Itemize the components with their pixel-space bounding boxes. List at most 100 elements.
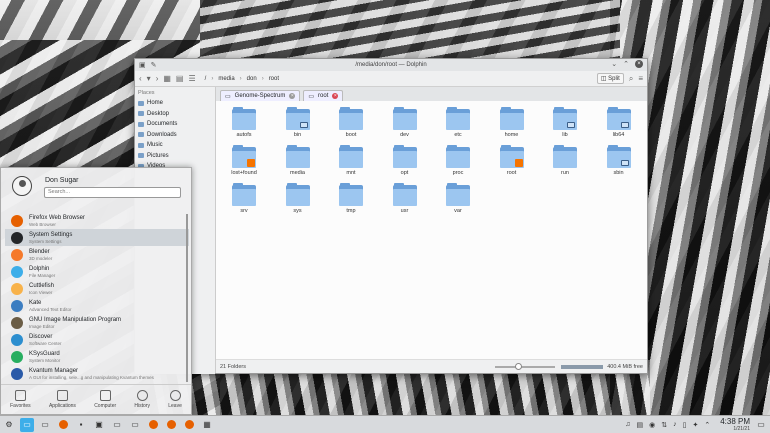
folder-item[interactable]: autofs [224, 107, 264, 138]
close-tab-icon[interactable]: × [289, 93, 296, 99]
app-icon [11, 282, 23, 295]
app-item[interactable]: Firefox Web Browser Web Browser [5, 212, 189, 229]
details-view-icon[interactable]: ☰ [188, 74, 195, 83]
tab-applications[interactable]: Applications [49, 390, 76, 409]
task-folder-icon[interactable]: ▭ [128, 418, 142, 432]
split-button[interactable]: ◫ Split [596, 73, 624, 84]
app-item[interactable]: GNU Image Manipulation Program Image Edit… [5, 314, 189, 331]
close-icon[interactable]: × [635, 60, 643, 68]
hamburger-menu-icon[interactable]: ≡ [638, 74, 643, 83]
folder-item[interactable]: media [278, 145, 318, 176]
place-downloads[interactable]: Downloads [138, 130, 212, 141]
files-icon[interactable]: ▭ [38, 418, 52, 432]
folder-item[interactable]: etc [438, 107, 478, 138]
task-firefox-icon[interactable] [146, 418, 160, 432]
breadcrumb-media[interactable]: media [218, 76, 234, 82]
notifications-icon[interactable]: ♫ [625, 421, 630, 428]
compact-view-icon[interactable]: ▤ [176, 74, 184, 83]
folder-item[interactable]: usr [385, 183, 425, 214]
app-name: Firefox Web Browser [29, 214, 85, 221]
folder-item[interactable]: var [438, 183, 478, 214]
folder-item[interactable]: sys [278, 183, 318, 214]
history-dropdown-icon[interactable]: ▾ [147, 74, 151, 83]
folder-item[interactable]: root [492, 145, 532, 176]
folder-icon [285, 145, 310, 168]
terminal-icon[interactable]: ▪ [74, 418, 88, 432]
folder-item[interactable]: proc [438, 145, 478, 176]
app-item[interactable]: Cuttlefish Icon Viewer [5, 280, 189, 297]
window-titlebar[interactable]: ▣ ✎ /media/don/root — Dolphin ⌄ ⌃ × [135, 59, 647, 71]
clock[interactable]: 4:38 PM 1/21/21 [720, 417, 750, 432]
zoom-slider[interactable] [495, 362, 556, 370]
search-input[interactable]: Search... [44, 187, 181, 198]
app-item[interactable]: Blender 3D modeler [5, 246, 189, 263]
avatar[interactable] [12, 176, 32, 196]
folder-item[interactable]: boot [331, 107, 371, 138]
app-item[interactable]: Kate Advanced Text Editor [5, 297, 189, 314]
scrollbar[interactable] [186, 214, 188, 382]
folder-item[interactable]: lib64 [599, 107, 639, 138]
pin-icon[interactable]: ✎ [151, 61, 157, 69]
breadcrumb-don[interactable]: don [247, 76, 257, 82]
desktop-icon [138, 111, 144, 117]
settings-icon[interactable]: ▣ [92, 418, 106, 432]
app-icon [11, 231, 23, 244]
app-item[interactable]: KSysGuard System Monitor [5, 348, 189, 365]
desktop-pager-icon[interactable]: ▭ [20, 417, 34, 432]
app-icon [11, 299, 23, 312]
applications-icon [56, 390, 68, 401]
folder-item[interactable]: srv [224, 183, 264, 214]
folder-item[interactable]: sbin [599, 145, 639, 176]
folder-label: home [504, 132, 519, 138]
battery-icon[interactable]: ▯ [683, 421, 687, 429]
clipboard-icon[interactable]: ▤ [636, 421, 643, 429]
show-desktop-icon[interactable]: ▭ [754, 418, 768, 432]
folder-item[interactable]: opt [385, 145, 425, 176]
minimize-icon[interactable]: ⌄ [611, 60, 617, 68]
app-item[interactable]: Dolphin File Manager [5, 263, 189, 280]
expand-tray-icon[interactable]: ⌃ [704, 421, 710, 429]
tab-favorites[interactable]: Favorites [10, 390, 31, 409]
folder-item[interactable]: dev [385, 107, 425, 138]
tab-genome-spectrum[interactable]: ▭ Genome-Spectrum × [220, 90, 301, 101]
breadcrumb-root-folder[interactable]: root [269, 76, 279, 82]
app-item[interactable]: System Settings System Settings [5, 229, 189, 246]
tab-history[interactable]: History [134, 390, 150, 409]
icons-view-icon[interactable]: ▦ [163, 74, 171, 83]
place-home[interactable]: Home [138, 98, 212, 109]
app-item[interactable]: Kvantum Manager A GUI for installing, sel… [5, 365, 189, 382]
place-desktop[interactable]: Desktop [138, 109, 212, 120]
task-dolphin-icon[interactable]: ▭ [110, 418, 124, 432]
kde-connect-icon[interactable]: ◉ [649, 421, 655, 429]
folder-item[interactable]: lost+found [224, 145, 264, 176]
firefox-icon[interactable] [56, 418, 70, 432]
maximize-icon[interactable]: ⌃ [623, 60, 629, 68]
updates-icon[interactable]: ✦ [692, 421, 698, 429]
place-documents[interactable]: Documents [138, 119, 212, 130]
folder-item[interactable]: run [545, 145, 585, 176]
forward-icon[interactable]: › [156, 74, 159, 83]
search-icon[interactable]: ⌕ [629, 74, 633, 84]
task-display-icon[interactable]: ▦ [200, 418, 214, 432]
volume-icon[interactable]: ♪ [673, 421, 677, 428]
folder-item[interactable]: lib [545, 107, 585, 138]
close-tab-icon[interactable]: × [332, 93, 339, 99]
app-item[interactable]: Discover Software Center [5, 331, 189, 348]
network-icon[interactable]: ⇅ [661, 421, 667, 429]
folder-item[interactable]: home [492, 107, 532, 138]
computer-icon [99, 390, 111, 401]
tab-leave[interactable]: Leave [168, 390, 182, 409]
app-menu-icon[interactable]: ▣ [139, 61, 146, 69]
folder-item[interactable]: tmp [331, 183, 371, 214]
folder-item[interactable]: mnt [331, 145, 371, 176]
back-icon[interactable]: ‹ [139, 74, 142, 83]
place-music[interactable]: Music [138, 140, 212, 151]
tab-computer[interactable]: Computer [94, 390, 116, 409]
tab-root[interactable]: ▭ root × [303, 90, 344, 101]
folder-item[interactable]: bin [278, 107, 318, 138]
launcher-icon[interactable]: ⚙ [2, 418, 16, 432]
task-firefox2-icon[interactable] [164, 418, 178, 432]
breadcrumb-root[interactable]: / [205, 76, 207, 82]
place-pictures[interactable]: Pictures [138, 151, 212, 162]
task-firefox3-icon[interactable] [182, 418, 196, 432]
